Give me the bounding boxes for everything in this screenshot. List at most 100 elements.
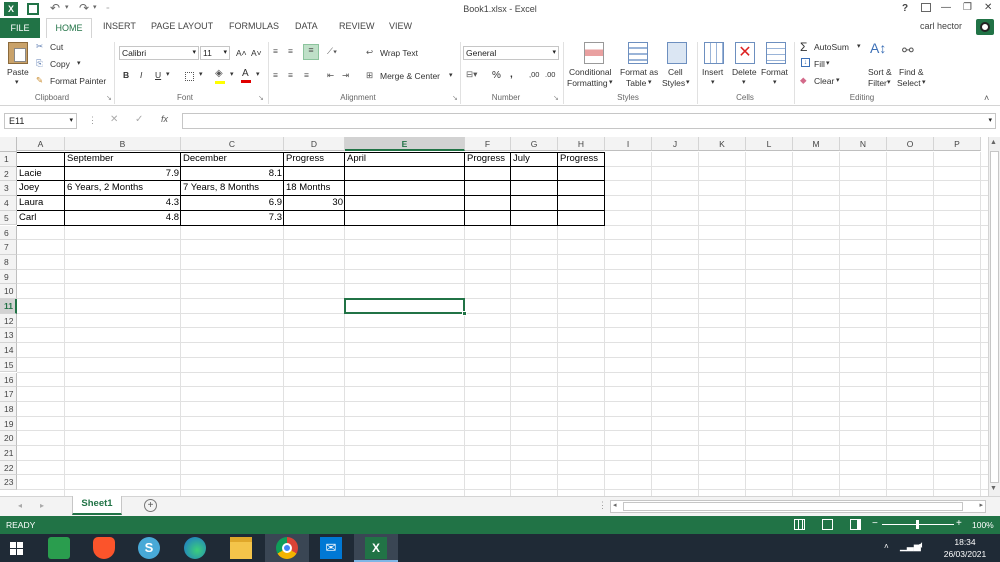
ribbon-display-options-icon[interactable] [921, 3, 931, 12]
align-center-icon[interactable]: ≡ [288, 70, 293, 80]
row-header-8[interactable]: 8 [0, 254, 17, 270]
align-top-icon[interactable]: ≡ [273, 46, 278, 56]
copy-icon[interactable]: ⎘ [36, 58, 43, 69]
row-header-9[interactable]: 9 [0, 269, 17, 285]
zoom-slider[interactable] [882, 520, 954, 529]
network-icon[interactable]: ▁▃▅ [900, 541, 921, 552]
autosum-button[interactable]: AutoSum [814, 42, 849, 52]
row-header-23[interactable]: 23 [0, 475, 17, 491]
enter-entry-icon[interactable]: ✓ [135, 114, 143, 125]
formula-input[interactable]: ▾ [182, 113, 996, 129]
fill-dropdown-icon[interactable]: ▾ [826, 59, 830, 67]
redo-dropdown-icon[interactable]: ▾ [93, 3, 97, 11]
cell-a2[interactable]: Lacie [17, 167, 65, 181]
column-header-o[interactable]: O [887, 137, 934, 151]
underline-dropdown-icon[interactable]: ▾ [166, 70, 170, 78]
show-hidden-icons[interactable]: ˄ [884, 542, 889, 551]
worksheet-grid[interactable]: A B C D E F G H I J K L M N O P 1 2 3 4 5 6 7 8 9 10 11 12 13 14 15 16 1… [0, 137, 988, 496]
format-as-table-button-line2[interactable]: Table [626, 78, 646, 88]
cell-styles-button[interactable]: Cell [668, 67, 683, 77]
column-header-e[interactable]: E [345, 137, 465, 151]
format-painter-button[interactable]: Format Painter [50, 76, 106, 86]
tab-split-handle-icon[interactable]: ⋮ [598, 500, 607, 511]
format-cells-icon[interactable] [766, 42, 786, 64]
row-header-10[interactable]: 10 [0, 284, 17, 299]
align-left-icon[interactable]: ≡ [273, 70, 278, 80]
horizontal-scrollbar[interactable]: ◂ ▸ [610, 500, 986, 513]
delete-cells-button[interactable]: Delete [732, 67, 757, 77]
row-header-6[interactable]: 6 [0, 225, 17, 241]
cell-b4[interactable]: 4.3 [65, 196, 181, 210]
orientation-icon[interactable]: ⟋▾ [327, 46, 337, 57]
sort-filter-button-line2[interactable]: Filter [868, 78, 887, 88]
font-family-select[interactable]: Calibri ▾ [119, 46, 199, 60]
help-button[interactable]: ? [902, 3, 908, 14]
clear-icon[interactable]: ◆ [800, 75, 807, 86]
number-format-select[interactable]: General ▾ [463, 46, 559, 60]
find-dropdown-icon[interactable]: ▾ [922, 78, 926, 86]
find-select-button-line2[interactable]: Select [897, 78, 921, 88]
decrease-indent-icon[interactable]: ⇤ [327, 70, 334, 81]
cell-d4[interactable]: 30 [284, 196, 345, 210]
borders-icon[interactable] [185, 72, 194, 81]
row-header-19[interactable]: 19 [0, 416, 17, 432]
row-header-20[interactable]: 20 [0, 431, 17, 446]
tab-data[interactable]: DATA [295, 21, 318, 31]
row-header-22[interactable]: 22 [0, 460, 17, 476]
merge-center-button[interactable]: Merge & Center [380, 71, 440, 81]
underline-button[interactable]: U [155, 70, 161, 80]
column-header-k[interactable]: K [699, 137, 746, 151]
scroll-up-icon[interactable]: ▲ [990, 139, 997, 146]
sheet-tab-sheet1[interactable]: Sheet1 [72, 496, 122, 515]
cell-c3[interactable]: 7 Years, 8 Months [181, 181, 284, 195]
increase-decimal-button[interactable]: ,00 [529, 70, 539, 79]
paste-dropdown-icon[interactable]: ▾ [15, 78, 19, 86]
active-cell-selection[interactable] [344, 298, 465, 314]
row-header-13[interactable]: 13 [0, 328, 17, 344]
paste-button[interactable]: Paste [7, 67, 29, 77]
autosum-icon[interactable]: Σ [800, 40, 807, 54]
merge-center-icon[interactable]: ⊞ [366, 70, 373, 81]
undo-dropdown-icon[interactable]: ▾ [65, 3, 69, 11]
find-select-button[interactable]: Find & [899, 67, 924, 77]
column-header-d[interactable]: D [284, 137, 345, 151]
shrink-font-button[interactable]: A˅ [251, 48, 262, 58]
format-dropdown-icon[interactable]: ▾ [773, 78, 777, 86]
zoom-level[interactable]: 100% [972, 520, 994, 530]
decrease-decimal-button[interactable]: .00 [545, 70, 555, 79]
tab-home[interactable]: HOME [46, 18, 92, 38]
tab-view[interactable]: VIEW [389, 21, 412, 31]
page-layout-view-icon[interactable] [822, 519, 833, 530]
row-header-14[interactable]: 14 [0, 343, 17, 358]
clear-button[interactable]: Clear [814, 76, 834, 86]
increase-indent-icon[interactable]: ⇥ [342, 70, 349, 81]
format-painter-icon[interactable]: ✎ [36, 75, 43, 86]
row-header-21[interactable]: 21 [0, 446, 17, 461]
volume-icon[interactable]: 🔈︎ [919, 540, 925, 551]
sort-filter-icon[interactable]: A↕ [870, 40, 886, 56]
font-launcher-icon[interactable]: ↘ [258, 94, 264, 102]
row-header-1[interactable]: 1 [0, 152, 17, 167]
user-name[interactable]: carl hector [920, 21, 962, 31]
insert-function-icon[interactable]: fx [161, 114, 168, 124]
cell-d1[interactable]: Progress [284, 152, 345, 166]
zoom-slider-thumb[interactable] [916, 520, 919, 529]
font-color-dropdown-icon[interactable]: ▾ [256, 70, 260, 78]
copy-dropdown-icon[interactable]: ▾ [77, 59, 81, 67]
save-icon[interactable] [27, 3, 39, 15]
page-break-view-icon[interactable] [850, 519, 861, 530]
store-app-icon[interactable] [48, 537, 70, 559]
grow-font-button[interactable]: A˄ [236, 48, 247, 58]
restore-button[interactable]: ❐ [963, 2, 972, 13]
paste-icon[interactable] [8, 42, 28, 64]
row-header-3[interactable]: 3 [0, 181, 17, 197]
delete-dropdown-icon[interactable]: ▾ [742, 78, 746, 86]
formula-bar-handle-icon[interactable]: ⋮ [88, 115, 97, 126]
format-table-dropdown-icon[interactable]: ▾ [648, 78, 652, 86]
zoom-in-button[interactable]: + [956, 518, 962, 529]
fill-handle[interactable] [462, 310, 467, 316]
clock-date[interactable]: 26/03/2021 [938, 549, 992, 559]
skype-icon[interactable]: S [138, 537, 160, 559]
fill-color-icon[interactable]: ◈ [215, 68, 225, 84]
cell-c4[interactable]: 6.9 [181, 196, 284, 210]
